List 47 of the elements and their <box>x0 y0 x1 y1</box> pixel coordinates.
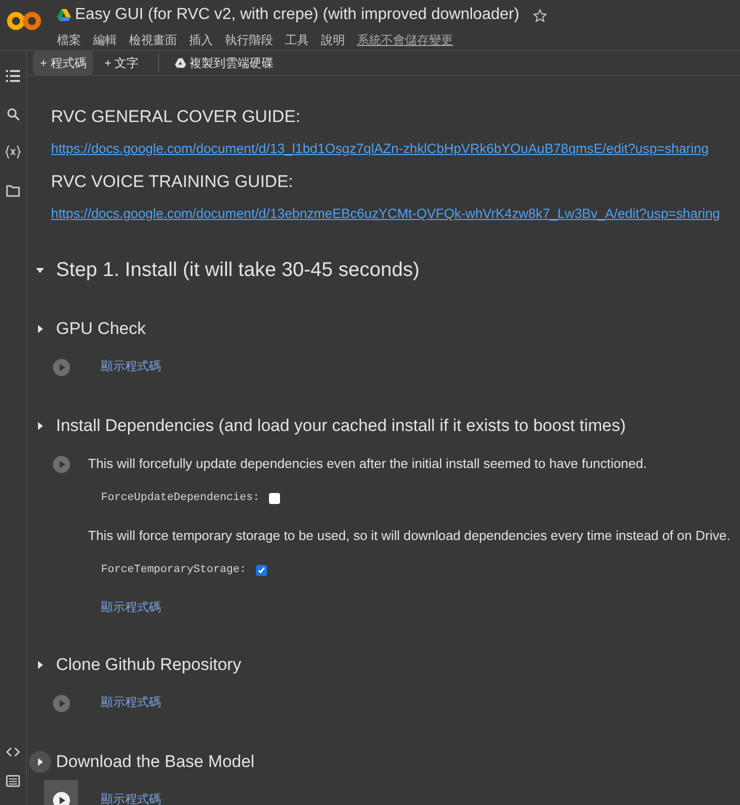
subsection-heading: Install Dependencies (and load your cached install if it exists to boost times) <box>56 415 626 438</box>
code-icon[interactable] <box>6 747 20 757</box>
menu-item[interactable]: 工具 <box>285 31 309 49</box>
drive-icon <box>57 9 71 21</box>
show-code-link[interactable]: 顯示程式碼 <box>101 683 161 721</box>
toolbar-button[interactable]: + 程式碼 <box>33 51 94 75</box>
checkbox[interactable] <box>269 492 280 504</box>
search-icon[interactable] <box>6 108 20 121</box>
show-code-link[interactable]: 顯示程式碼 <box>101 780 161 805</box>
menu-item[interactable]: 檔案 <box>57 31 81 49</box>
subsection-heading: Download the Base Model <box>56 751 254 774</box>
checkbox[interactable] <box>256 564 268 576</box>
subsection-heading: GPU Check <box>56 318 146 340</box>
description-text: This will forcefully update dependencies even after the initial install seemed to have functioned. <box>88 455 648 473</box>
checkbox-label: ForceUpdateDependencies: <box>101 490 260 506</box>
description-text: This will force temporary storage to be used, so it will download dependencies every time instead of on Drive. <box>88 527 730 545</box>
checkbox-label: ForceTemporaryStorage: <box>101 562 246 578</box>
guide-heading: RVC VOICE TRAINING GUIDE: <box>51 171 294 193</box>
expand-icon[interactable] <box>36 422 44 430</box>
table-of-contents-icon[interactable] <box>6 70 20 82</box>
toolbar-button[interactable]: + 文字 <box>97 51 146 75</box>
variables-icon[interactable] <box>5 145 21 159</box>
menu-item[interactable]: 編輯 <box>93 31 117 49</box>
copy-to-drive-button[interactable]: 複製到雲端硬碟 <box>170 51 278 75</box>
drive-icon <box>174 58 186 68</box>
notebook-title[interactable]: Easy GUI (for RVC v2, with crepe) (with improved downloader) <box>75 3 520 27</box>
star-icon[interactable] <box>533 8 548 22</box>
show-code-link[interactable]: 顯示程式碼 <box>101 588 730 626</box>
menu-item[interactable]: 說明 <box>321 31 345 49</box>
run-button-icon[interactable] <box>52 792 70 805</box>
guide-heading: RVC GENERAL COVER GUIDE: <box>51 106 302 128</box>
guide-link[interactable]: https://docs.google.com/document/d/13_l1bd1Osgz7qlAZn-zhklCbHpVRk6bYOuAuB78qmsE/edit?usp=sharing <box>51 139 740 171</box>
menu-item[interactable]: 執行階段 <box>225 31 273 49</box>
show-code-link[interactable]: 顯示程式碼 <box>101 347 161 385</box>
collapse-icon[interactable] <box>36 266 44 274</box>
terminal-icon[interactable] <box>6 775 20 787</box>
section-heading: Step 1. Install (it will take 30-45 seconds) <box>56 258 420 283</box>
menu-item[interactable]: 檢視畫面 <box>129 31 177 49</box>
expand-icon[interactable] <box>36 661 44 669</box>
logo-icon[interactable] <box>7 11 41 31</box>
folder-icon[interactable] <box>6 185 20 197</box>
save-notice[interactable]: 系統不會儲存變更 <box>357 31 453 49</box>
guide-link[interactable]: https://docs.google.com/document/d/13ebnzmeEBc6uzYCMt-QVFQk-whVrK4zw8k7_Lw3Bv_A/edit?usp=sharing <box>51 204 740 236</box>
expand-icon[interactable] <box>36 758 44 766</box>
expand-icon[interactable] <box>36 325 44 333</box>
menu-item[interactable]: 插入 <box>189 31 213 49</box>
subsection-heading: Clone Github Repository <box>56 654 242 676</box>
